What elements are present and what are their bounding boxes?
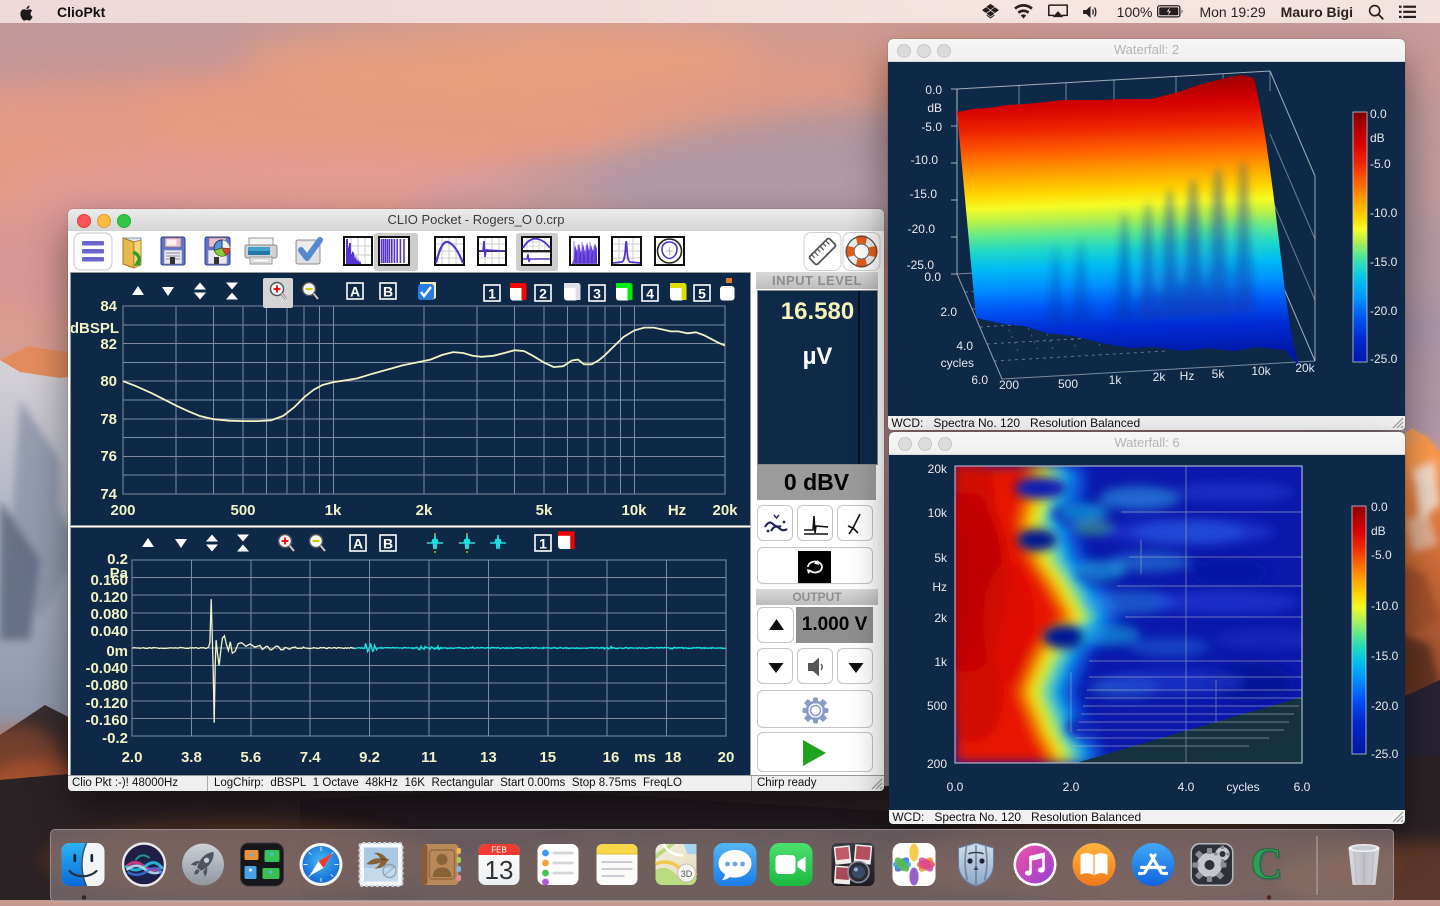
svg-text:1k: 1k (934, 655, 948, 669)
svg-text:0m: 0m (106, 643, 128, 660)
svg-text:200: 200 (110, 502, 135, 519)
svg-text:-5.0: -5.0 (921, 120, 942, 134)
svg-text:-5.0: -5.0 (1371, 548, 1392, 562)
svg-text:4.0: 4.0 (956, 339, 973, 353)
svg-text:-20.0: -20.0 (908, 222, 936, 236)
svg-text:20k: 20k (928, 462, 948, 476)
svg-text:2.0: 2.0 (122, 749, 143, 766)
svg-text:-5.0: -5.0 (1370, 157, 1391, 171)
svg-text:3D: 3D (681, 869, 693, 879)
svg-text:6.0: 6.0 (971, 373, 988, 387)
svg-text:-0.040: -0.040 (85, 660, 128, 677)
svg-text:-20.0: -20.0 (1370, 304, 1398, 318)
svg-text:ms: ms (634, 749, 656, 766)
svg-text:-15.0: -15.0 (1371, 649, 1399, 663)
svg-text:13: 13 (480, 749, 497, 766)
svg-text:5k: 5k (934, 551, 948, 565)
svg-text:-15.0: -15.0 (910, 187, 938, 201)
svg-text:2: 2 (539, 286, 547, 302)
svg-text:B: B (383, 284, 393, 300)
svg-text:dB: dB (1371, 524, 1386, 538)
svg-text:FEB: FEB (491, 846, 507, 855)
svg-text:84: 84 (100, 298, 117, 315)
svg-text:5: 5 (698, 286, 706, 302)
svg-text:cycles: cycles (941, 356, 974, 370)
svg-text:-10.0: -10.0 (911, 153, 939, 167)
svg-text:dB: dB (927, 101, 942, 115)
svg-text:0.080: 0.080 (90, 606, 128, 623)
svg-text:78: 78 (100, 411, 117, 428)
svg-text:0.040: 0.040 (90, 623, 128, 640)
svg-text:5.6: 5.6 (240, 749, 261, 766)
svg-text:76: 76 (100, 448, 117, 465)
svg-text:200: 200 (999, 378, 1019, 392)
svg-text:2k: 2k (416, 502, 433, 519)
svg-text:-10.0: -10.0 (1371, 599, 1399, 613)
svg-text:10k: 10k (1251, 364, 1271, 378)
svg-text:1: 1 (539, 536, 547, 552)
svg-text:0.0: 0.0 (1371, 500, 1388, 514)
svg-text:-0.080: -0.080 (85, 677, 128, 694)
svg-text:500: 500 (927, 699, 947, 713)
svg-text:-20.0: -20.0 (1371, 699, 1399, 713)
svg-text:3.8: 3.8 (181, 749, 202, 766)
svg-text:74: 74 (100, 486, 117, 503)
svg-text:13: 13 (485, 855, 514, 885)
svg-text:-25.0: -25.0 (1371, 747, 1399, 761)
svg-text:-10.0: -10.0 (1370, 206, 1398, 220)
svg-text:0.0: 0.0 (947, 780, 964, 794)
svg-text:0.0: 0.0 (1370, 107, 1387, 121)
svg-text:20k: 20k (712, 502, 738, 519)
svg-text:82: 82 (100, 336, 117, 353)
svg-text:10k: 10k (621, 502, 647, 519)
svg-text:200: 200 (927, 757, 947, 771)
svg-text:0.0: 0.0 (925, 83, 942, 97)
svg-text:B: B (383, 536, 393, 552)
svg-text:A: A (353, 536, 363, 552)
svg-text:15: 15 (539, 749, 556, 766)
svg-text:6.0: 6.0 (1294, 780, 1311, 794)
svg-text:7.4: 7.4 (300, 749, 322, 766)
svg-text:5k: 5k (1212, 367, 1226, 381)
svg-text:C: C (1251, 839, 1283, 888)
svg-text:0.120: 0.120 (90, 589, 128, 606)
svg-text:11: 11 (421, 749, 437, 766)
svg-text:10k: 10k (928, 506, 948, 520)
svg-text:2.0: 2.0 (1063, 780, 1080, 794)
svg-text:-0.2: -0.2 (102, 730, 128, 747)
svg-text:1: 1 (488, 286, 496, 302)
svg-text:0.160: 0.160 (90, 572, 128, 589)
svg-text:A: A (350, 284, 360, 300)
svg-text:Hz: Hz (932, 580, 947, 594)
svg-text:500: 500 (1058, 377, 1078, 391)
svg-text:2.0: 2.0 (940, 305, 957, 319)
svg-text:Hz: Hz (668, 502, 686, 519)
svg-text:-0.120: -0.120 (85, 695, 128, 712)
svg-text:1k: 1k (325, 502, 342, 519)
svg-text:dB: dB (1370, 131, 1385, 145)
svg-text:2k: 2k (1153, 370, 1167, 384)
svg-text:dBSPL: dBSPL (71, 320, 119, 337)
svg-text:cycles: cycles (1226, 780, 1259, 794)
svg-text:16: 16 (603, 749, 620, 766)
svg-text:9.2: 9.2 (359, 749, 380, 766)
svg-text:20k: 20k (1295, 361, 1315, 375)
svg-text:-25.0: -25.0 (1370, 352, 1398, 366)
svg-text:20: 20 (718, 749, 735, 766)
svg-text:2k: 2k (934, 611, 948, 625)
svg-text:500: 500 (230, 502, 255, 519)
svg-text:1k: 1k (1109, 373, 1123, 387)
svg-text:0.0: 0.0 (924, 270, 941, 284)
svg-text:Hz: Hz (1180, 369, 1195, 383)
svg-text:5k: 5k (536, 502, 553, 519)
svg-text:4: 4 (646, 286, 654, 302)
svg-text:80: 80 (100, 373, 117, 390)
svg-text:-15.0: -15.0 (1370, 255, 1398, 269)
svg-text:3: 3 (593, 286, 601, 302)
svg-text:-0.160: -0.160 (85, 712, 128, 729)
svg-text:18: 18 (665, 749, 682, 766)
svg-text:4.0: 4.0 (1178, 780, 1195, 794)
